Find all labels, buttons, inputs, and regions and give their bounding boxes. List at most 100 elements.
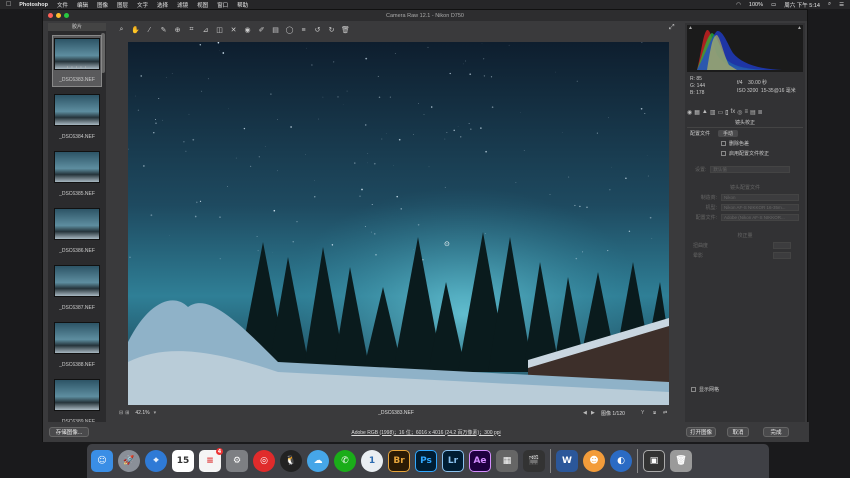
radial-filter-icon[interactable]: ◯ <box>285 26 294 34</box>
zoom-window-button[interactable] <box>64 13 69 18</box>
mascot-app-icon[interactable]: ☻ <box>583 450 605 472</box>
clipping-warning-shadow-icon[interactable]: ▲ <box>688 25 693 31</box>
photoshop-icon[interactable]: Ps <box>415 450 437 472</box>
straighten-tool-icon[interactable]: ⊿ <box>201 26 210 34</box>
rotate-ccw-icon[interactable]: ↺ <box>313 26 322 34</box>
make-dropdown[interactable]: Nikon <box>721 193 799 201</box>
swap-settings-icon[interactable]: ⇄ <box>663 410 667 416</box>
filmstrip-thumbnail[interactable]: • • • • • _DSC6383.NEF <box>52 35 102 87</box>
reminders-icon[interactable]: ≡ 4 <box>199 448 223 472</box>
filmstrip-thumbnail[interactable]: _DSC6388.NEF <box>52 320 102 372</box>
tab-basic-icon[interactable]: ◉ <box>687 109 692 116</box>
menu-edit[interactable]: 编辑 <box>77 1 88 9</box>
menu-window[interactable]: 窗口 <box>217 1 228 9</box>
panel-menu-icon[interactable]: ≣ <box>758 109 763 116</box>
view-toggle-icon[interactable]: Y <box>641 410 644 416</box>
menu-select[interactable]: 选择 <box>157 1 168 9</box>
tab-split-toning-icon[interactable]: ▭ <box>718 109 724 116</box>
filmstrip-thumbnail[interactable]: _DSC6387.NEF <box>52 263 102 315</box>
color-sampler-tool-icon[interactable]: ✎ <box>159 26 168 34</box>
white-balance-tool-icon[interactable]: ⁄ <box>145 27 154 34</box>
system-preferences-icon[interactable]: ⚙ <box>226 450 248 472</box>
tab-tone-curve-icon[interactable]: ▦ <box>694 109 700 116</box>
launchpad-icon[interactable]: 🚀 <box>118 450 140 472</box>
filmstrip-thumbnail[interactable]: _DSC6384.NEF <box>52 92 102 144</box>
menu-file[interactable]: 文件 <box>57 1 68 9</box>
cancel-button[interactable]: 取消 <box>727 427 749 437</box>
profile-dropdown[interactable]: Adobe (Nikon AF-S NIKKOR... <box>721 213 799 221</box>
trash-icon[interactable]: 🗑 <box>341 26 350 34</box>
wechat-icon[interactable]: ✆ <box>334 450 356 472</box>
wifi-icon[interactable]: ◠ <box>736 2 741 8</box>
filmstrip-thumbnail[interactable]: _DSC6386.NEF <box>52 206 102 258</box>
clock[interactable]: 周六 下午 5:14 <box>784 1 820 9</box>
rotate-cw-icon[interactable]: ↻ <box>327 26 336 34</box>
preferences-icon[interactable]: ≡ <box>299 27 308 34</box>
menu-type[interactable]: 文字 <box>137 1 148 9</box>
clipping-warning-highlight-icon[interactable]: ▲ <box>797 25 802 31</box>
zoom-tool-icon[interactable]: ⌕ <box>117 26 126 34</box>
battery-icon[interactable]: ▭ <box>771 2 776 8</box>
bridge-icon[interactable]: Br <box>388 450 410 472</box>
open-image-button[interactable]: 打开图像 <box>686 427 716 437</box>
word-icon[interactable]: W <box>556 450 578 472</box>
subtab-profile[interactable]: 配置文件 <box>690 130 710 137</box>
setup-dropdown[interactable]: 默认值 <box>710 165 791 173</box>
apple-menu-icon[interactable]:  <box>6 1 11 8</box>
menu-filter[interactable]: 滤镜 <box>177 1 188 9</box>
transform-tool-icon[interactable]: ◫ <box>215 26 224 34</box>
final-cut-pro-icon[interactable]: 🎬 <box>523 450 545 472</box>
model-dropdown[interactable]: Nikon AF-S NIKKOR 16-35m... <box>721 203 799 211</box>
done-button[interactable]: 完成 <box>763 427 789 437</box>
calendar-icon[interactable]: 15 <box>172 450 194 472</box>
hand-tool-icon[interactable]: ✋ <box>131 26 140 34</box>
control-center-icon[interactable]: ☰ <box>839 2 844 8</box>
tab-lens-icon[interactable]: ▯ <box>725 109 728 116</box>
after-effects-icon[interactable]: Ae <box>469 450 491 472</box>
edge-icon[interactable]: ◐ <box>610 450 632 472</box>
tab-presets-icon[interactable]: ≡ <box>744 109 748 115</box>
previous-image-icon[interactable]: ◀ <box>583 410 587 416</box>
safari-icon[interactable]: ⌖ <box>145 450 167 472</box>
menu-help[interactable]: 帮助 <box>237 1 248 9</box>
menu-app-name[interactable]: Photoshop <box>19 2 48 8</box>
menu-layer[interactable]: 图层 <box>117 1 128 9</box>
search-icon[interactable]: ⌕ <box>828 1 831 8</box>
archive-utility-icon[interactable]: ▦ <box>496 450 518 472</box>
graduated-filter-icon[interactable]: ▤ <box>271 26 280 34</box>
tab-effects-icon[interactable]: fx <box>731 109 736 115</box>
next-image-icon[interactable]: ▶ <box>591 410 595 416</box>
image-preview[interactable]: ⊙ <box>128 42 669 405</box>
menu-image[interactable]: 图像 <box>97 1 108 9</box>
rating-stars[interactable]: • • • • • <box>53 64 101 69</box>
targeted-adjustment-tool-icon[interactable]: ⊕ <box>173 26 182 34</box>
vignette-value[interactable] <box>773 251 791 259</box>
subtab-manual[interactable]: 手动 <box>718 129 739 137</box>
full-screen-icon[interactable]: ⤢ <box>669 24 675 32</box>
checkbox-enable-profile[interactable] <box>721 150 726 156</box>
menu-view[interactable]: 视图 <box>197 1 208 9</box>
qq-icon[interactable]: 🐧 <box>280 450 302 472</box>
red-eye-tool-icon[interactable]: ◉ <box>243 26 252 34</box>
tab-calibration-icon[interactable]: ◎ <box>737 109 742 116</box>
close-window-button[interactable] <box>48 13 53 18</box>
before-after-icon[interactable]: ⧈ <box>653 410 656 416</box>
1password-icon[interactable]: 1 <box>361 450 383 472</box>
checkbox-remove-ca[interactable] <box>721 140 726 146</box>
downloads-folder-icon[interactable]: ▣ <box>643 450 665 472</box>
checkbox-show-grid[interactable] <box>691 386 696 392</box>
battery-percent[interactable]: 100% <box>749 2 763 8</box>
trash-icon[interactable]: 🗑 <box>670 450 692 472</box>
filmstrip-thumbnail[interactable]: _DSC6385.NEF <box>52 149 102 201</box>
netease-music-icon[interactable]: ◎ <box>253 450 275 472</box>
tab-hsl-icon[interactable]: ▥ <box>710 109 716 116</box>
lightroom-icon[interactable]: Lr <box>442 450 464 472</box>
minimize-window-button[interactable] <box>56 13 61 18</box>
adjustment-brush-icon[interactable]: ✐ <box>257 26 266 34</box>
tab-snapshots-icon[interactable]: ▤ <box>750 109 756 116</box>
qq-drive-icon[interactable]: ☁ <box>307 450 329 472</box>
crop-tool-icon[interactable]: ⌗ <box>187 26 196 34</box>
finder-icon[interactable]: ☺ <box>91 450 113 472</box>
tab-detail-icon[interactable]: ▲ <box>702 109 708 115</box>
spot-removal-tool-icon[interactable]: ✕ <box>229 26 238 34</box>
